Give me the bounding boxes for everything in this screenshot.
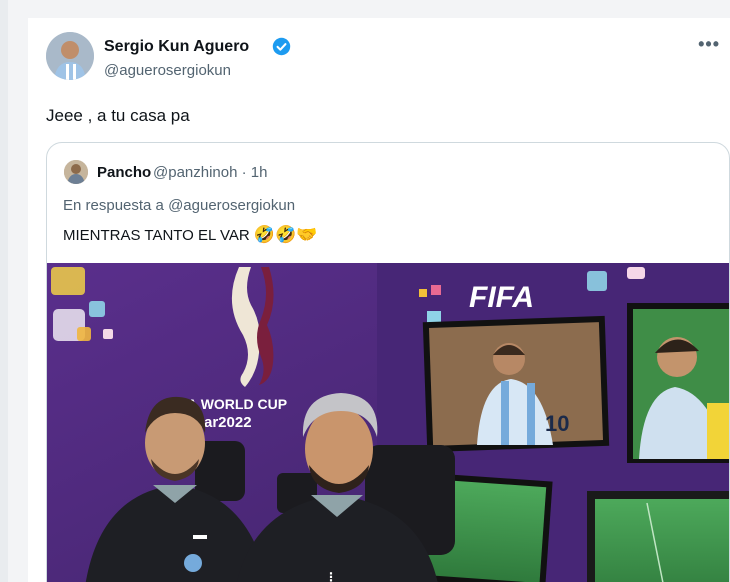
tweet-text: Jeee , a tu casa pa: [46, 106, 190, 125]
tweet-card[interactable]: Sergio Kun Aguero @aguerosergiokun ••• J…: [28, 18, 730, 582]
quoted-handle-time[interactable]: @panzhinoh · 1h: [153, 164, 267, 181]
jersey-number: 10: [545, 411, 569, 436]
reply-to-label: En respuesta a @aguerosergiokun: [63, 197, 296, 214]
verified-badge-icon: [272, 37, 291, 56]
fifa-banner-title: FIFA: [469, 281, 534, 314]
quoted-tweet[interactable]: Pancho @panzhinoh · 1h En respuesta a @a…: [46, 142, 730, 582]
rofl-emoji-icon: 🤣: [253, 225, 276, 245]
quoted-media-image[interactable]: FIFA WORLD CUP Qatar2022 FIFA VAR ROOM 1…: [47, 263, 729, 582]
quoted-text: MIENTRAS TANTO EL VAR 🤣🤣🤝: [63, 225, 317, 245]
quoted-text-body: MIENTRAS TANTO EL VAR: [63, 227, 250, 244]
handshake-emoji-icon: 🤝: [296, 225, 318, 245]
quoted-author-avatar[interactable]: [64, 160, 88, 184]
author-avatar[interactable]: [46, 32, 94, 80]
rofl-emoji-icon: 🤣: [275, 225, 297, 245]
more-options-icon[interactable]: •••: [698, 34, 720, 55]
svg-text:⋮: ⋮: [325, 570, 337, 582]
quoted-author-name[interactable]: Pancho: [97, 164, 151, 181]
left-rail: [0, 0, 8, 582]
author-handle[interactable]: @aguerosergiokun: [104, 62, 231, 79]
author-name[interactable]: Sergio Kun Aguero: [104, 38, 249, 56]
